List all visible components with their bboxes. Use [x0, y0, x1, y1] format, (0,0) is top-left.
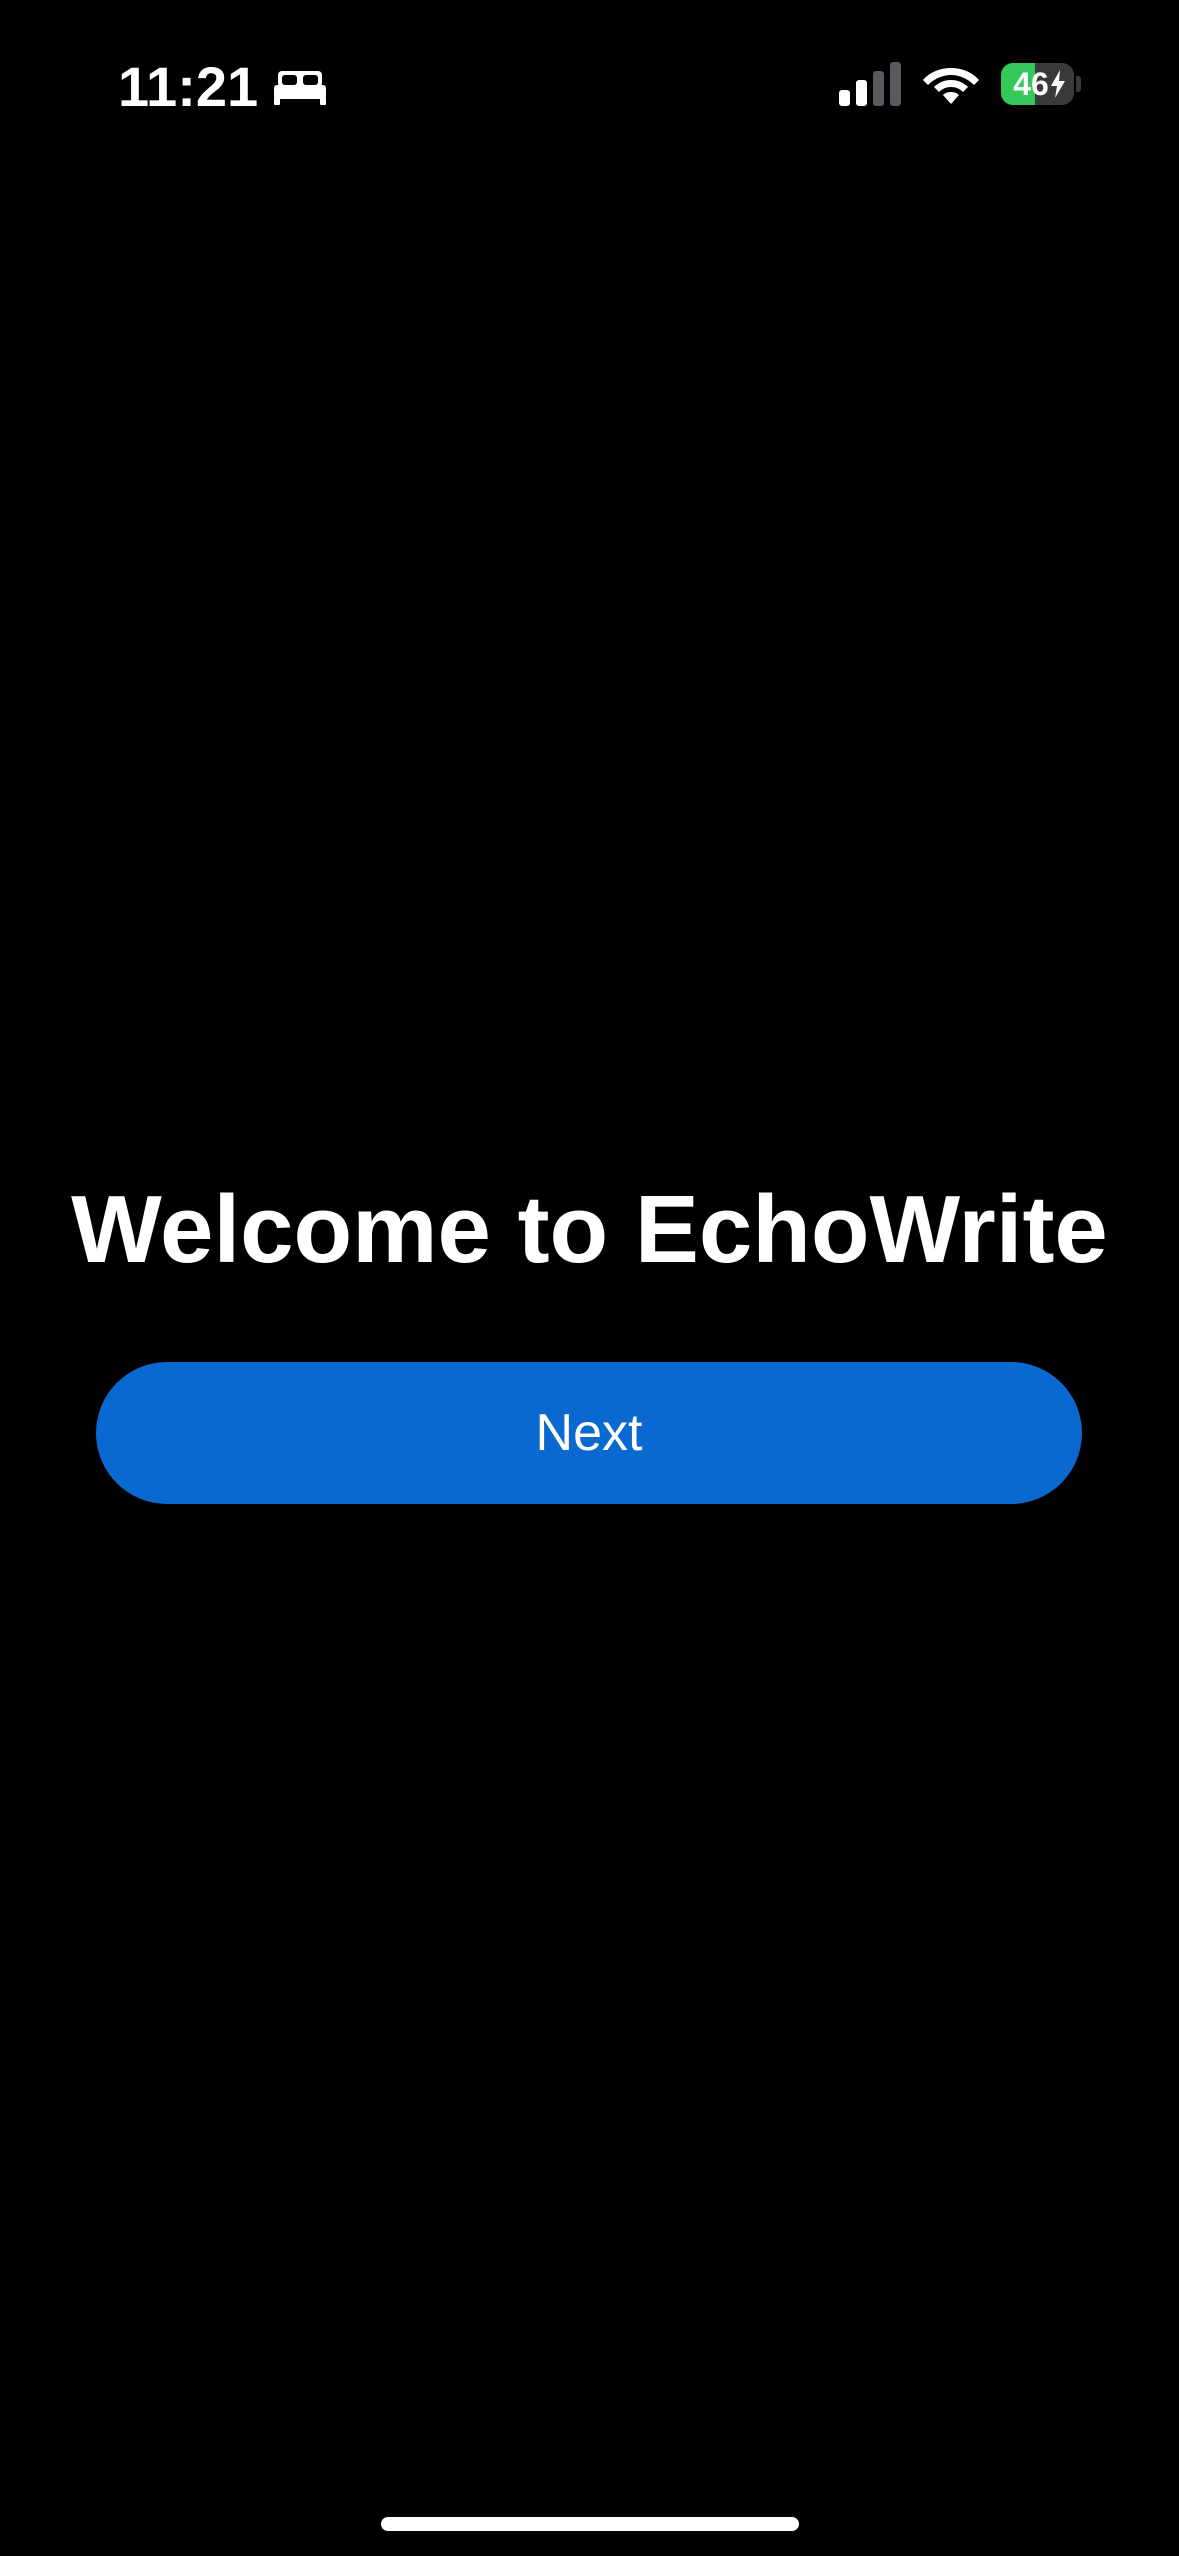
status-bar: 11:21 46 [0, 0, 1179, 160]
battery-cap [1076, 76, 1081, 92]
bed-icon [274, 71, 327, 105]
cellular-signal-icon [839, 62, 901, 106]
status-time: 11:21 [118, 55, 259, 118]
next-button[interactable]: Next [96, 1362, 1082, 1504]
home-indicator[interactable] [381, 2517, 799, 2531]
status-left: 11:21 [118, 52, 328, 122]
battery-indicator: 46 [1001, 62, 1081, 106]
wifi-icon [923, 68, 979, 104]
welcome-title: Welcome to EchoWrite [71, 1176, 1108, 1283]
charging-bolt-icon [1051, 70, 1066, 98]
battery-body: 46 [1001, 63, 1075, 105]
status-right: 46 [839, 62, 1081, 106]
